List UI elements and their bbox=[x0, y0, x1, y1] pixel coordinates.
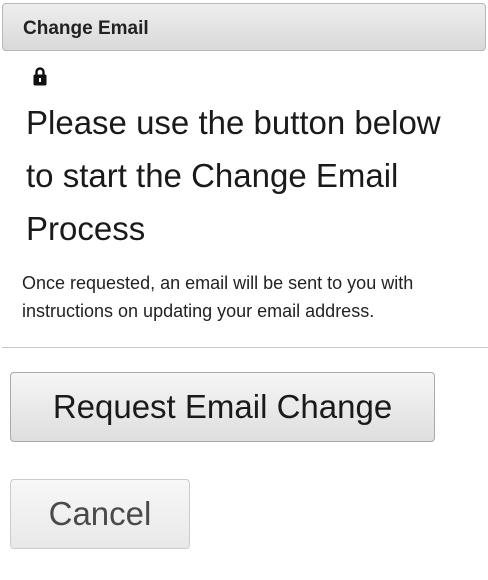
divider bbox=[2, 347, 488, 348]
cancel-button[interactable]: Cancel bbox=[10, 479, 190, 549]
page-title: Change Email bbox=[23, 18, 149, 39]
page-header: Change Email bbox=[2, 3, 486, 51]
request-email-change-button[interactable]: Request Email Change bbox=[10, 372, 435, 442]
instruction-heading: Please use the button below to start the… bbox=[26, 104, 441, 247]
lock-icon bbox=[33, 66, 47, 86]
instruction-description: Once requested, an email will be sent to… bbox=[22, 273, 414, 321]
